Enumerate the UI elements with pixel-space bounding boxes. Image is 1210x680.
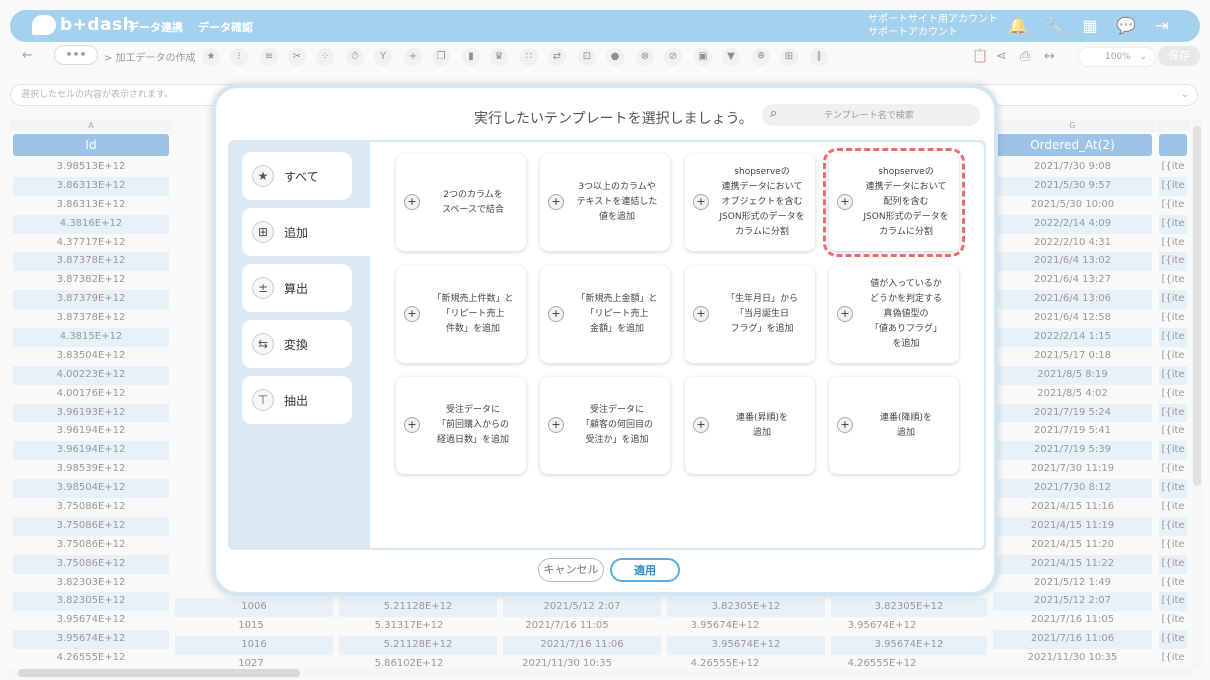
- template-card[interactable]: +2つのカラムを スペースで結合: [396, 154, 526, 251]
- template-card[interactable]: + 受注データに 「顧客の何回目の 受注か」を追加: [540, 377, 670, 474]
- plus-icon: +: [404, 417, 420, 433]
- category-calc[interactable]: ± 算出: [242, 264, 352, 312]
- category-label: 変換: [284, 337, 309, 352]
- template-search-input[interactable]: ⌕ テンプレート名で検索: [762, 104, 980, 126]
- math-icon: ±: [252, 277, 274, 299]
- template-card[interactable]: + 連番(降順)を 追加: [829, 377, 959, 474]
- template-dialog: 実行したいテンプレートを選択しましょう。 ⌕ テンプレート名で検索 ★ すべて ⊞…: [212, 84, 998, 596]
- template-card[interactable]: + 「新規売上金額」と 「リピート売上 金額」を追加: [540, 266, 670, 363]
- template-label: 連番(降順)を 追加: [879, 412, 933, 438]
- template-label: 3つ以上のカラムや テキストを連結した 値を追加: [576, 182, 658, 222]
- category-label: 算出: [284, 281, 309, 296]
- template-label: 「新規売上金額」と 「リピート売上 金額」を追加: [576, 294, 658, 334]
- convert-icon: ⇆: [252, 333, 274, 355]
- search-placeholder: テンプレート名で検索: [824, 111, 914, 121]
- plus-icon: +: [837, 417, 853, 433]
- cancel-button[interactable]: キャンセル: [538, 558, 604, 582]
- template-label: 受注データに 「顧客の何回目の 受注か」を追加: [580, 405, 653, 445]
- filter-icon: ⊤: [252, 389, 274, 411]
- template-card[interactable]: + 受注データに 「前回購入からの 経過日数」を追加: [396, 377, 526, 474]
- category-extract[interactable]: ⊤ 抽出: [242, 376, 352, 424]
- search-icon: ⌕: [770, 106, 778, 121]
- category-convert[interactable]: ⇆ 変換: [242, 320, 352, 368]
- template-card-highlighted[interactable]: + shopserveの 連携データにおいて 配列を含む JSON形式のデータを …: [823, 148, 965, 257]
- template-card[interactable]: + 値が入っているか どうかを判定する 真偽値型の 「値ありフラグ」 を追加: [829, 266, 959, 363]
- plus-icon: +: [548, 194, 564, 210]
- category-all[interactable]: ★ すべて: [242, 152, 352, 200]
- plus-icon: +: [548, 306, 564, 322]
- template-label: 連番(昇順)を 追加: [735, 412, 789, 438]
- template-label: shopserveの 連携データにおいて オブジェクトを含む JSON形式のデー…: [719, 167, 805, 237]
- template-label: shopserveの 連携データにおいて 配列を含む JSON形式のデータを カ…: [863, 167, 949, 237]
- category-label: すべて: [284, 169, 319, 184]
- template-card[interactable]: + 「新規売上件数」と 「リピート売上 件数」を追加: [396, 266, 526, 363]
- template-card[interactable]: + 「生年月日」から 「当月誕生日 フラグ」を追加: [685, 266, 815, 363]
- plus-icon: +: [837, 306, 853, 322]
- template-label: 値が入っているか どうかを判定する 真偽値型の 「値ありフラグ」 を追加: [869, 279, 942, 349]
- template-card[interactable]: + shopserveの 連携データにおいて オブジェクトを含む JSON形式のデ…: [685, 154, 815, 251]
- dialog-body: ★ すべて ⊞ 追加 ± 算出 ⇆ 変換 ⊤ 抽出 +2つのカラムを スペースで結合 +3…: [228, 140, 986, 550]
- plus-icon: +: [404, 194, 420, 210]
- plus-icon: +: [548, 417, 564, 433]
- plus-icon: +: [693, 306, 709, 322]
- plus-icon: +: [693, 417, 709, 433]
- plus-square-icon: ⊞: [252, 221, 274, 243]
- apply-button[interactable]: 適用: [610, 558, 680, 582]
- dialog-title: 実行したいテンプレートを選択しましょう。: [474, 111, 753, 127]
- template-label: 「生年月日」から 「当月誕生日 フラグ」を追加: [725, 294, 798, 334]
- template-card[interactable]: +3つ以上のカラムや テキストを連結した 値を追加: [540, 154, 670, 251]
- category-label: 追加: [284, 225, 309, 240]
- plus-icon: +: [693, 194, 709, 210]
- template-label: 受注データに 「前回購入からの 経過日数」を追加: [436, 405, 509, 445]
- plus-icon: +: [404, 306, 420, 322]
- template-label: 2つのカラムを スペースで結合: [442, 189, 504, 215]
- plus-icon: +: [837, 194, 853, 210]
- template-card[interactable]: + 連番(昇順)を 追加: [685, 377, 815, 474]
- star-icon: ★: [252, 165, 274, 187]
- template-list: +2つのカラムを スペースで結合 +3つ以上のカラムや テキストを連結した 値を…: [370, 142, 984, 548]
- template-label: 「新規売上件数」と 「リピート売上 件数」を追加: [432, 294, 514, 334]
- category-add[interactable]: ⊞ 追加: [242, 208, 370, 256]
- category-label: 抽出: [284, 393, 309, 408]
